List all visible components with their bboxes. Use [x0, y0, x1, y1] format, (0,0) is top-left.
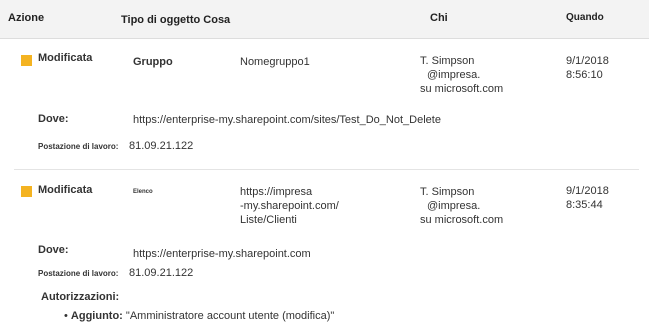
entry-object-type: Elenco — [133, 189, 153, 195]
status-marker-icon — [21, 55, 32, 66]
permission-value: "Amministratore account utente (modifica… — [125, 310, 335, 322]
where-url[interactable]: https://enterprise-my.sharepoint.com/sit… — [133, 113, 441, 127]
table-header: Azione Tipo di oggetto Cosa Chi Quando — [0, 0, 649, 39]
entry-user: T. Simpson @impresa. su microsoft.com — [420, 54, 503, 96]
user-domain-suffix: su microsoft.com — [420, 214, 504, 226]
user-domain: @impresa. — [427, 69, 481, 81]
user-name: T. Simpson — [420, 55, 475, 67]
workstation-ip: 81.09.21.122 — [129, 267, 194, 279]
where-label: Dove: — [38, 244, 69, 256]
entry-time: 8:56:10 — [566, 69, 603, 81]
workstation-label: Postazione di lavoro: — [38, 142, 119, 151]
permissions-label: Autorizzazioni: — [41, 291, 120, 303]
entry-action: Modificata — [38, 184, 93, 196]
workstation-ip: 81.09.21.122 — [129, 140, 194, 152]
user-domain-suffix: su microsoft.com — [420, 83, 504, 95]
entry-user: T. Simpson @impresa. su microsoft.com — [420, 185, 503, 227]
entry-action: Modificata — [38, 52, 93, 64]
object-url-line: -my.sharepoint.com/ — [240, 200, 339, 212]
entry-object-name: Nomegruppo1 — [240, 56, 310, 68]
column-header-quando[interactable]: Quando — [566, 12, 604, 23]
workstation-label: Postazione di lavoro: — [38, 269, 119, 278]
object-url-line: https://impresa — [240, 186, 313, 198]
entry-object-type: Gruppo — [133, 56, 173, 68]
entry-date: 9/1/2018 — [566, 185, 609, 197]
entry-date: 9/1/2018 — [566, 55, 609, 67]
bullet-icon: • — [64, 310, 68, 322]
entry-divider — [14, 169, 639, 170]
user-domain: @impresa. — [427, 200, 481, 212]
entry-timestamp: 9/1/2018 8:35:44 — [566, 184, 609, 212]
column-header-azione[interactable]: Azione — [8, 12, 44, 24]
status-marker-icon — [21, 186, 32, 197]
column-header-chi[interactable]: Chi — [430, 12, 448, 24]
permission-item: • Aggiunto: "Amministratore account uten… — [64, 309, 334, 323]
permission-key: Aggiunto: — [70, 310, 123, 322]
entry-object-name: https://impresa -my.sharepoint.com/ List… — [240, 185, 339, 227]
entry-timestamp: 9/1/2018 8:56:10 — [566, 54, 609, 82]
column-header-tipo-cosa[interactable]: Tipo di oggetto Cosa — [121, 14, 230, 26]
entry-time: 8:35:44 — [566, 199, 603, 211]
where-url[interactable]: https://enterprise-my.sharepoint.com — [133, 247, 311, 261]
user-name: T. Simpson — [420, 186, 475, 198]
where-label: Dove: — [38, 113, 69, 125]
object-url-line: Liste/Clienti — [240, 214, 297, 226]
